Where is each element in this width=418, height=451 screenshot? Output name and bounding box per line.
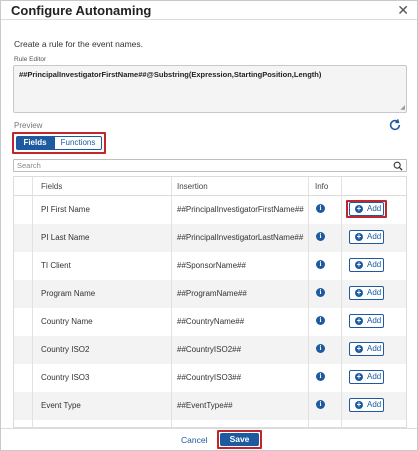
insertion-cell: ##CountryISO2## <box>177 345 242 354</box>
info-icon[interactable]: i <box>316 316 325 325</box>
save-button[interactable]: Save <box>220 433 259 446</box>
dialog-footer: Cancel Save <box>1 428 417 450</box>
field-name-cell: Country Name <box>41 317 93 326</box>
table-row: TI Client ##SponsorName## i + Add <box>14 252 406 280</box>
search-input[interactable] <box>17 160 387 171</box>
search-box <box>13 159 407 172</box>
add-button-label: Add <box>367 400 382 409</box>
plus-circle-icon: + <box>355 316 363 325</box>
column-divider <box>308 177 309 427</box>
rule-editor-label: Rule Editor <box>14 56 47 63</box>
rule-editor-text: ##PrincipalInvestigatorFirstName##@Subst… <box>19 70 322 79</box>
info-icon[interactable]: i <box>316 204 325 213</box>
column-divider <box>32 177 33 427</box>
table-row: Program Name ##ProgramName## i + Add <box>14 280 406 308</box>
insertion-cell: ##ProgramName## <box>177 289 247 298</box>
info-icon[interactable]: i <box>316 372 325 381</box>
add-button[interactable]: + Add <box>349 258 384 272</box>
table-row: Country ISO3 ##CountryISO3## i + Add <box>14 364 406 392</box>
table-header: Fields Insertion Info <box>14 177 406 196</box>
field-name-cell: Program Name <box>41 289 96 298</box>
header-info: Info <box>315 182 329 191</box>
add-button[interactable]: + Add <box>349 230 384 244</box>
info-icon[interactable]: i <box>316 232 325 241</box>
table-row: Country ISO2 ##CountryISO2## i + Add <box>14 336 406 364</box>
plus-circle-icon: + <box>355 372 363 381</box>
add-button-label: Add <box>367 260 382 269</box>
info-icon[interactable]: i <box>316 288 325 297</box>
field-name-cell: TI Client <box>41 261 71 270</box>
insertion-cell: ##PrincipalInvestigatorLastName## <box>177 233 304 242</box>
plus-circle-icon: + <box>355 344 363 353</box>
add-button-label: Add <box>367 372 382 381</box>
add-button-label: Add <box>367 232 382 241</box>
info-icon[interactable]: i <box>316 260 325 269</box>
table-row: Country Name ##CountryName## i + Add <box>14 308 406 336</box>
table-row: Event Type ##EventType## i + Add <box>14 392 406 420</box>
plus-circle-icon: + <box>355 400 363 409</box>
add-button[interactable]: + Add <box>349 314 384 328</box>
plus-circle-icon: + <box>355 288 363 297</box>
add-button[interactable]: + Add <box>349 286 384 300</box>
table-row: PI First Name ##PrincipalInvestigatorFirs… <box>14 196 406 224</box>
field-name-cell: Country ISO3 <box>41 373 90 382</box>
field-name-cell: PI First Name <box>41 205 90 214</box>
refresh-icon[interactable] <box>388 118 402 132</box>
dialog-subtitle: Create a rule for the event names. <box>14 39 143 49</box>
add-button[interactable]: + Add <box>349 342 384 356</box>
field-name-cell: Country ISO2 <box>41 345 90 354</box>
add-button[interactable]: + Add <box>349 398 384 412</box>
header-fields: Fields <box>41 182 63 191</box>
table-row: PI Last Name ##PrincipalInvestigatorLastN… <box>14 224 406 252</box>
rule-editor-textarea[interactable]: ##PrincipalInvestigatorFirstName##@Subst… <box>13 65 407 113</box>
add-button-label: Add <box>367 344 382 353</box>
plus-circle-icon: + <box>355 260 363 269</box>
info-icon[interactable]: i <box>316 344 325 353</box>
insertion-cell: ##EventType## <box>177 401 233 410</box>
plus-circle-icon: + <box>355 232 363 241</box>
insertion-cell: ##SponsorName## <box>177 261 246 270</box>
header-insertion: Insertion <box>177 182 208 191</box>
search-icon[interactable] <box>393 161 403 171</box>
add-highlight-box <box>346 200 387 218</box>
close-icon[interactable]: ✕ <box>397 2 409 18</box>
preview-label: Preview <box>14 121 43 130</box>
add-button-label: Add <box>367 288 382 297</box>
insertion-cell: ##CountryISO3## <box>177 373 242 382</box>
insertion-cell: ##PrincipalInvestigatorFirstName## <box>177 205 304 214</box>
tab-fields[interactable]: Fields <box>16 136 54 150</box>
dialog-title: Configure Autonaming <box>11 3 152 18</box>
tab-functions[interactable]: Functions <box>54 136 102 150</box>
field-name-cell: PI Last Name <box>41 233 90 242</box>
info-icon[interactable]: i <box>316 400 325 409</box>
field-name-cell: Event Type <box>41 401 81 410</box>
configure-autonaming-dialog: Configure Autonaming ✕ Create a rule for… <box>0 0 418 451</box>
insertion-cell: ##CountryName## <box>177 317 245 326</box>
add-button-label: Add <box>367 316 382 325</box>
fields-table: Fields Insertion Info PI First Name ##Pri… <box>13 176 407 428</box>
resize-grip-icon[interactable]: ◢ <box>400 105 405 111</box>
dialog-header: Configure Autonaming ✕ <box>1 1 417 20</box>
add-button[interactable]: + Add <box>349 370 384 384</box>
column-divider <box>341 177 342 427</box>
cancel-button[interactable]: Cancel <box>181 435 207 445</box>
column-divider <box>171 177 172 427</box>
